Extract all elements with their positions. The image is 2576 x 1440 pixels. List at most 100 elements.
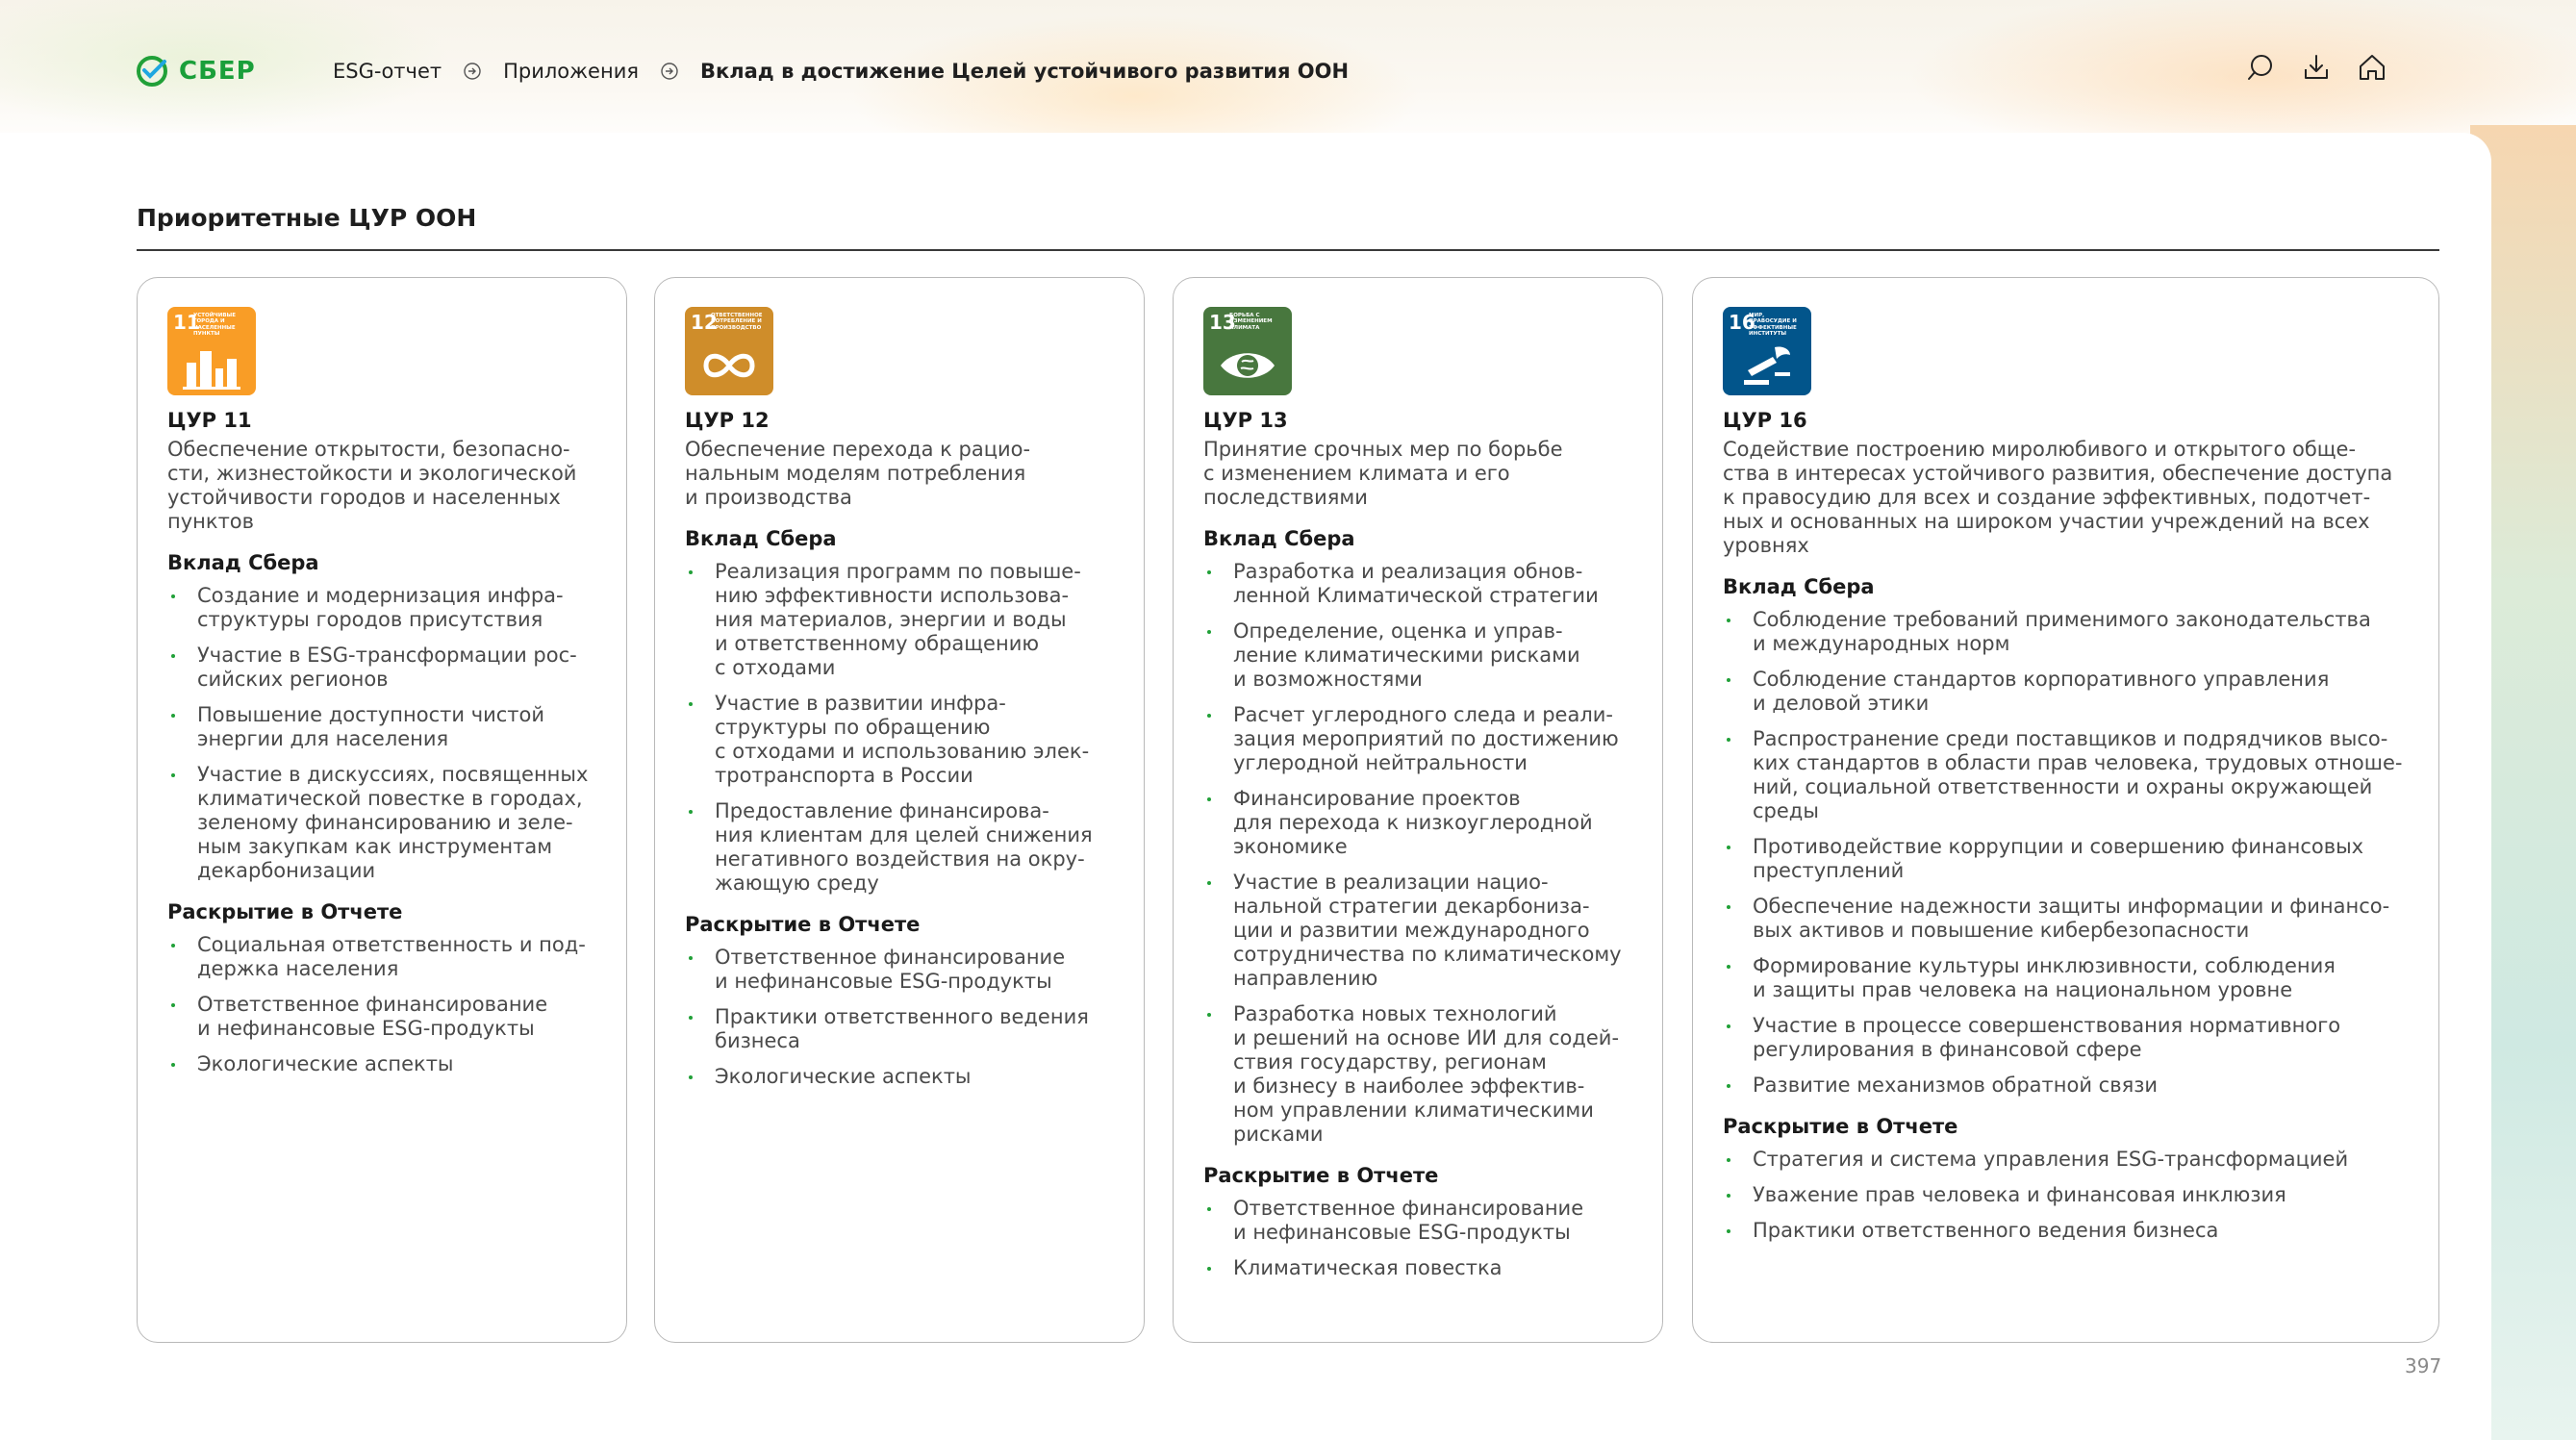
list-item: Участие в ESG-трансформации рос- сийских… <box>167 644 597 692</box>
list-item: Уважение прав человека и финансовая инкл… <box>1723 1183 2410 1207</box>
list-item: Реализация программ по повыше- нию эффек… <box>685 560 1115 680</box>
sdg-card-16: 16 Мир, правосудие и эффективные институ… <box>1692 277 2439 1343</box>
list-item: Экологические аспекты <box>685 1065 1115 1089</box>
bullet-dot <box>171 654 175 658</box>
arrow-right-circle-icon <box>661 63 678 80</box>
bullet-dot <box>1727 846 1730 849</box>
list-item-text: Развитие механизмов обратной связи <box>1753 1074 2159 1097</box>
list-item-text: Определение, оценка и управ- ление клима… <box>1233 619 1580 691</box>
contribution-heading: Вклад Сбера <box>167 551 319 574</box>
list-item: Распространение среди поставщиков и подр… <box>1723 727 2410 823</box>
sber-logo[interactable]: СБЕР <box>135 54 256 88</box>
page-number: 397 <box>2405 1354 2442 1377</box>
list-item: Финансирование проектов для перехода к н… <box>1203 787 1633 859</box>
list-item-text: Повышение доступности чистой энергии для… <box>197 703 545 750</box>
list-item-text: Участие в процессе совершенствования нор… <box>1753 1014 2341 1061</box>
sdg-card-12: 12 Ответственное потребление и производс… <box>654 277 1145 1343</box>
contribution-heading: Вклад Сбера <box>1203 527 1355 550</box>
list-item-text: Социальная ответственность и под- держка… <box>197 933 586 980</box>
bullet-dot <box>171 773 175 777</box>
bullet-dot <box>1207 797 1211 801</box>
contribution-list: Реализация программ по повыше- нию эффек… <box>685 560 1115 896</box>
list-item: Стратегия и система управления ESG-транс… <box>1723 1148 2410 1172</box>
sdg-badge-caption: Борьба с изменением климата <box>1229 313 1273 331</box>
list-item: Предоставление финансирова- ния клиентам… <box>685 799 1115 896</box>
contribution-list: Создание и модернизация инфра- структуры… <box>167 584 597 883</box>
list-item: Климатическая повестка <box>1203 1256 1633 1280</box>
sdg-badge-caption: Ответственное потребление и производство <box>711 313 763 331</box>
bullet-dot <box>689 570 693 574</box>
list-item-text: Реализация программ по повыше- нию эффек… <box>715 560 1081 679</box>
list-item: Социальная ответственность и под- держка… <box>167 933 597 981</box>
disclosure-list: Ответственное финансирование и нефинансо… <box>685 946 1115 1089</box>
breadcrumb-item-appendices[interactable]: Приложения <box>503 60 639 83</box>
bullet-dot <box>171 944 175 947</box>
bullet-dot <box>689 956 693 960</box>
bullet-dot <box>171 714 175 718</box>
list-item-text: Обеспечение надежности защиты информации… <box>1753 895 2390 942</box>
contribution-heading: Вклад Сбера <box>685 527 837 550</box>
bullet-dot <box>689 702 693 706</box>
sdg-badge: 13 Борьба с изменением климата <box>1203 307 1292 395</box>
contribution-list: Разработка и реализация обнов- ленной Кл… <box>1203 560 1633 1147</box>
bullet-dot <box>171 1003 175 1007</box>
sdg-description: Обеспечение перехода к рацио- нальным мо… <box>685 438 1031 509</box>
arrow-right-circle-icon <box>464 63 481 80</box>
list-item: Практики ответственного ведения бизнеса <box>685 1005 1115 1053</box>
list-item-text: Предоставление финансирова- ния клиентам… <box>715 799 1093 895</box>
list-item: Практики ответственного ведения бизнеса <box>1723 1219 2410 1243</box>
list-item-text: Экологические аспекты <box>197 1052 454 1075</box>
download-button[interactable] <box>2301 52 2332 83</box>
list-item: Формирование культуры инклюзивности, соб… <box>1723 954 2410 1002</box>
list-item: Участие в развитии инфра- структуры по о… <box>685 692 1115 788</box>
bullet-dot <box>1207 570 1211 574</box>
breadcrumb-item-esg[interactable]: ESG-отчет <box>333 60 442 83</box>
search-icon <box>2248 55 2272 80</box>
list-item: Участие в реализации нацио- нальной стра… <box>1203 871 1633 991</box>
infinity-icon <box>703 353 755 378</box>
sdg-title: ЦУР 12 <box>685 409 770 432</box>
disclosure-heading: Раскрытие в Отчете <box>685 913 921 936</box>
bullet-dot <box>1207 630 1211 634</box>
list-item: Определение, оценка и управ- ление клима… <box>1203 619 1633 692</box>
breadcrumb: ESG-отчет Приложения Вклад в достижение … <box>333 60 1349 83</box>
section-divider <box>137 249 2439 251</box>
download-icon <box>2305 55 2328 79</box>
search-button[interactable] <box>2245 52 2276 83</box>
contribution-heading: Вклад Сбера <box>1723 575 1875 598</box>
disclosure-heading: Раскрытие в Отчете <box>1203 1164 1439 1187</box>
list-item-text: Участие в развитии инфра- структуры по о… <box>715 692 1090 787</box>
bullet-dot <box>1727 1229 1730 1233</box>
list-item-text: Соблюдение стандартов корпоративного упр… <box>1753 668 2330 715</box>
list-item-text: Участие в дискуссиях, посвященных климат… <box>197 763 589 882</box>
list-item: Разработка и реализация обнов- ленной Кл… <box>1203 560 1633 608</box>
list-item: Обеспечение надежности защиты информации… <box>1723 895 2410 943</box>
bullet-dot <box>689 810 693 814</box>
city-icon <box>183 351 240 390</box>
home-button[interactable] <box>2357 52 2387 83</box>
list-item-text: Разработка новых технологий и решений на… <box>1233 1002 1620 1146</box>
disclosure-list: Стратегия и система управления ESG-транс… <box>1723 1148 2410 1243</box>
list-item-text: Расчет углеродного следа и реали- зация … <box>1233 703 1619 774</box>
sdg-badge: 11 Устойчивые города и населенные пункты <box>167 307 256 395</box>
sdg-description: Обеспечение открытости, безопасно- сти, … <box>167 438 577 533</box>
list-item-text: Ответственное финансирование и нефинансо… <box>197 993 548 1040</box>
bullet-dot <box>1727 905 1730 909</box>
bullet-dot <box>1727 738 1730 742</box>
list-item-text: Противодействие коррупции и совершению ф… <box>1753 835 2364 882</box>
sdg-title: ЦУР 11 <box>167 409 252 432</box>
home-icon <box>2360 55 2385 80</box>
sdg-description: Содействие построению миролюбивого и отк… <box>1723 438 2393 557</box>
eye-globe-icon <box>1221 353 1275 378</box>
bullet-dot <box>1727 1194 1730 1198</box>
list-item: Соблюдение стандартов корпоративного упр… <box>1723 668 2410 716</box>
list-item-text: Участие в ESG-трансформации рос- сийских… <box>197 644 577 691</box>
bullet-dot <box>1727 678 1730 682</box>
list-item: Участие в дискуссиях, посвященных климат… <box>167 763 597 883</box>
list-item: Противодействие коррупции и совершению ф… <box>1723 835 2410 883</box>
sdg-badge-caption: Устойчивые города и населенные пункты <box>193 313 237 337</box>
bullet-dot <box>171 1063 175 1067</box>
list-item-text: Соблюдение требований применимого законо… <box>1753 608 2371 655</box>
list-item: Ответственное финансирование и нефинансо… <box>167 993 597 1041</box>
list-item-text: Экологические аспекты <box>715 1065 972 1088</box>
